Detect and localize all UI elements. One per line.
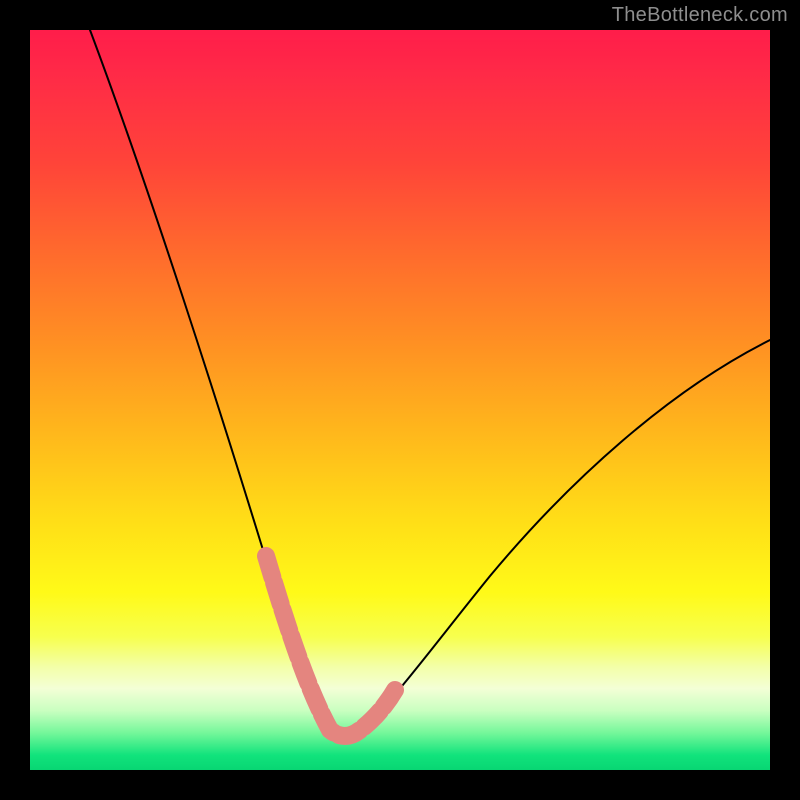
chart-stage: TheBottleneck.com	[0, 0, 800, 800]
plot-area	[30, 30, 770, 770]
watermark-text: TheBottleneck.com	[612, 4, 788, 27]
bottleneck-highlight	[266, 556, 395, 736]
curve-layer	[30, 30, 770, 770]
bottleneck-curve	[90, 30, 770, 736]
